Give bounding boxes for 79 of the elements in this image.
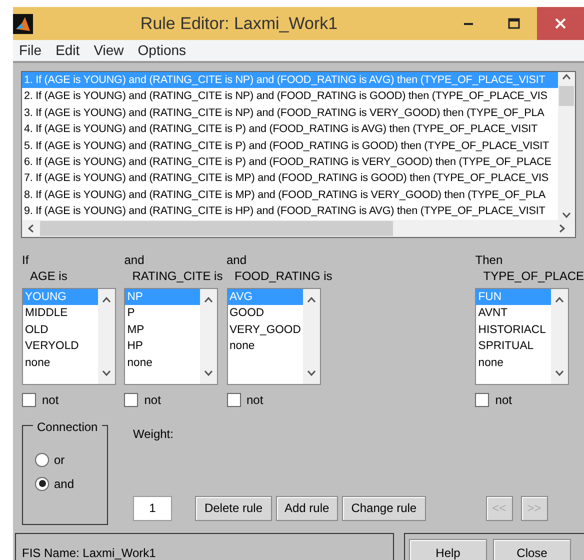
list-option[interactable]: MIDDLE xyxy=(23,305,98,322)
scroll-right-icon[interactable] xyxy=(557,222,567,234)
list-option[interactable]: none xyxy=(476,354,552,372)
checkbox-label: not xyxy=(144,392,161,409)
list-option[interactable]: VERYOLD xyxy=(23,338,98,355)
list-option[interactable]: SPRITUAL xyxy=(476,338,552,355)
list-option[interactable]: VERY_GOOD xyxy=(228,322,302,338)
scroll-down-icon[interactable] xyxy=(561,210,572,220)
rule-item[interactable]: 6. If (AGE is YOUNG) and (RATING_CITE is P) and (FOOD_RATING is VERY_GOOD) then (TYPE_OF_PLACE xyxy=(22,154,558,170)
rule-item[interactable]: 2. If (AGE is YOUNG) and (RATING_CITE is NP) and (FOOD_RATING is GOOD) then (TYPE_OF_PLACE_VIS xyxy=(22,88,558,105)
membership-list[interactable]: FUN AVNT HISTORIACL SPRITUAL none xyxy=(475,288,570,385)
list-option[interactable]: P xyxy=(125,305,200,322)
checkbox[interactable] xyxy=(124,392,138,407)
variable-label: TYPE_OF_PLACE xyxy=(482,268,584,285)
checkbox[interactable] xyxy=(22,392,36,407)
radio-label: or xyxy=(54,452,65,469)
radio-button[interactable] xyxy=(35,476,49,491)
membership-list[interactable]: YOUNG MIDDLE OLD VERYOLD none xyxy=(22,288,116,385)
connective-label: Then xyxy=(475,252,504,268)
checkbox-label: not xyxy=(42,392,59,409)
maximize-icon[interactable] xyxy=(508,18,520,29)
scroll-up-icon[interactable] xyxy=(203,294,214,305)
list-option[interactable]: OLD xyxy=(23,322,98,338)
rule-button[interactable]: Change rule xyxy=(342,496,426,521)
dialog-button[interactable]: Help xyxy=(409,538,487,560)
close-icon xyxy=(555,18,566,29)
connective-label: and xyxy=(124,252,146,268)
membership-list[interactable]: NP P MP HP none xyxy=(124,288,218,385)
variable-label: FOOD_RATING is xyxy=(234,268,332,285)
weight-field[interactable]: 1 xyxy=(133,496,172,521)
connective-label: If xyxy=(22,252,30,268)
scroll-up-icon[interactable] xyxy=(306,294,316,305)
list-option[interactable]: MP xyxy=(125,322,200,338)
list-option[interactable]: none xyxy=(23,354,98,372)
dialog-button[interactable]: Close xyxy=(493,538,571,560)
checkbox-label: not xyxy=(495,392,512,409)
list-option[interactable]: HISTORIACL xyxy=(476,322,552,338)
scroll-up-icon[interactable] xyxy=(101,294,112,305)
horizontal-scrollbar[interactable] xyxy=(22,220,575,237)
scroll-down-icon[interactable] xyxy=(203,368,214,378)
checkbox[interactable] xyxy=(226,392,240,407)
app-logo-icon xyxy=(13,14,33,34)
vertical-scrollbar[interactable] xyxy=(558,72,575,220)
variable-label: RATING_CITE is xyxy=(131,268,224,285)
menu-item[interactable]: Options xyxy=(132,40,194,61)
scroll-up-icon[interactable] xyxy=(561,72,572,82)
rule-item[interactable]: 8. If (AGE is YOUNG) and (RATING_CITE is MP) and (FOOD_RATING is VERY_GOOD) then (TYPE_OF_PLA xyxy=(22,186,558,204)
scroll-up-icon[interactable] xyxy=(554,294,566,305)
menu-item[interactable]: View xyxy=(88,40,132,61)
list-option[interactable]: GOOD xyxy=(228,305,302,322)
rule-item[interactable]: 5. If (AGE is YOUNG) and (RATING_CITE is P) and (FOOD_RATING is GOOD) then (TYPE_OF_PLACE_VISIT xyxy=(22,138,558,154)
variable-label: AGE is xyxy=(29,268,68,285)
membership-list[interactable]: AVG GOOD VERY_GOOD none xyxy=(226,288,320,385)
list-option[interactable]: AVNT xyxy=(476,305,552,322)
scroll-left-icon[interactable] xyxy=(26,222,36,234)
rule-button[interactable]: Add rule xyxy=(276,496,338,521)
scroll-down-icon[interactable] xyxy=(306,368,316,378)
rule-item[interactable]: 4. If (AGE is YOUNG) and (RATING_CITE is P) and (FOOD_RATING is AVG) then (TYPE_OF_PLACE_VISIT xyxy=(22,121,558,138)
scrollbar-thumb[interactable] xyxy=(559,86,574,106)
scroll-down-icon[interactable] xyxy=(554,368,566,378)
window-title: Rule Editor: Laxmi_Work1 xyxy=(139,12,339,35)
close-window-button[interactable] xyxy=(537,7,584,40)
checkbox-label: not xyxy=(246,392,264,409)
rule-item[interactable]: 3. If (AGE is YOUNG) and (RATING_CITE is NP) and (FOOD_RATING is VERY_GOOD) then (TYPE_OF_PLA xyxy=(22,104,558,122)
list-option[interactable]: none xyxy=(125,354,200,372)
connective-label: and xyxy=(226,252,248,268)
radio-button[interactable] xyxy=(35,452,49,467)
rule-button[interactable]: Delete rule xyxy=(195,496,272,521)
rule-item[interactable]: 7. If (AGE is YOUNG) and (RATING_CITE is MP) and (FOOD_RATING is GOOD) then (TYPE_OF_PLACE_VIS xyxy=(22,170,558,187)
menu-item[interactable]: Edit xyxy=(50,40,88,61)
checkbox[interactable] xyxy=(475,392,490,407)
list-option[interactable]: HP xyxy=(125,338,200,355)
scroll-down-icon[interactable] xyxy=(101,368,112,378)
radio-label: and xyxy=(54,476,74,493)
weight-label: Weight: xyxy=(133,426,174,443)
list-option[interactable]: none xyxy=(228,338,302,355)
menu-item[interactable]: File xyxy=(13,40,50,61)
status-text: FIS Name: Laxmi_Work1 xyxy=(15,532,394,560)
rule-item[interactable]: 9. If (AGE is YOUNG) and (RATING_CITE is HP) and (FOOD_RATING is AVG) then (TYPE_OF_PLACE_VISIT xyxy=(22,203,558,220)
